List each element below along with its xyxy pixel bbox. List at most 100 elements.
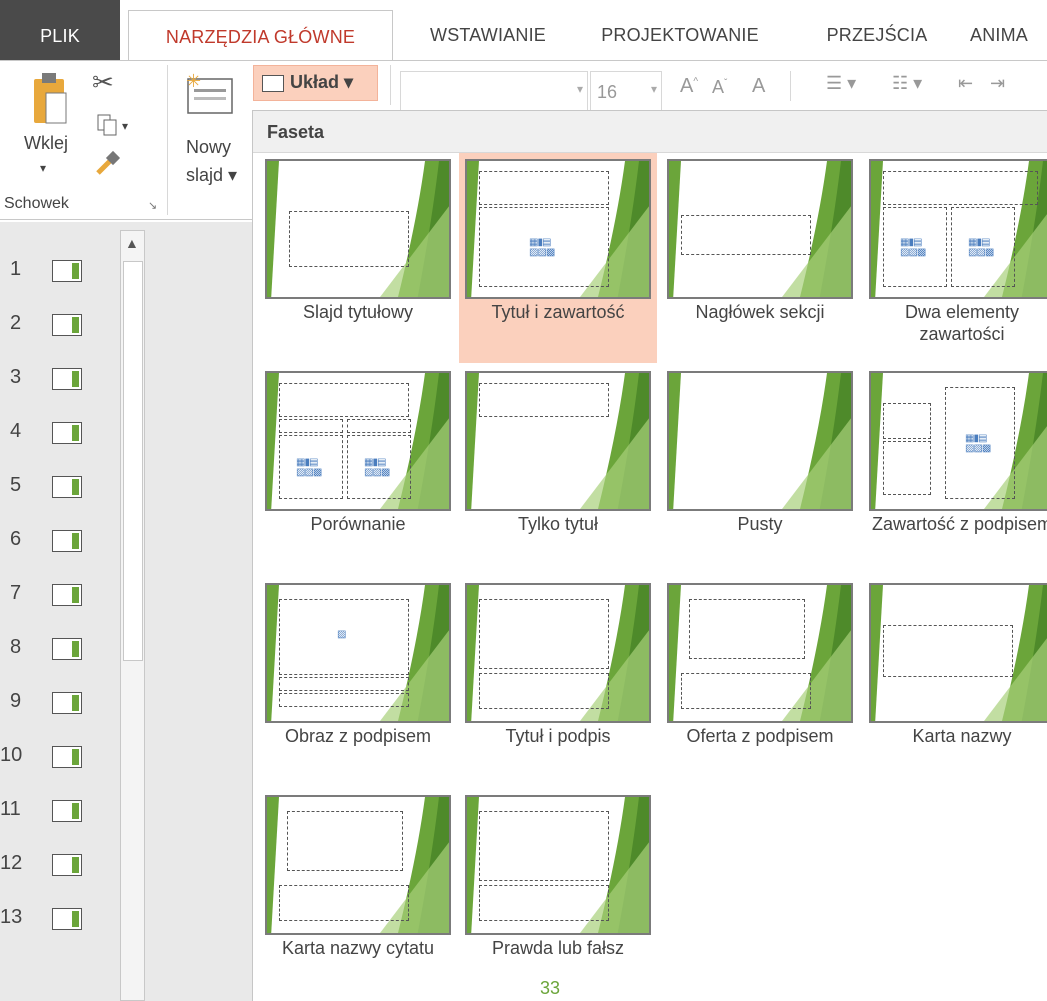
slide-number[interactable]: 5 [10, 474, 21, 497]
numbering-icon[interactable]: ☷ ▾ [892, 73, 922, 94]
tab-projektowanie[interactable]: PROJEKTOWANIE [590, 10, 770, 60]
layout-option[interactable]: ▨ Obraz z podpisem [259, 577, 457, 787]
layout-label: Oferta z podpisem [686, 726, 834, 746]
paste-dropdown-icon[interactable]: ▾ [40, 161, 46, 175]
tab-narzedzia-glowne[interactable]: NARZĘDZIA GŁÓWNE [128, 10, 393, 63]
layout-label: Tylko tytuł [517, 514, 599, 534]
slide-number[interactable]: 8 [10, 636, 21, 659]
slide-thumbnail[interactable] [52, 746, 82, 768]
layout-option[interactable]: Tytuł i podpis [459, 577, 657, 787]
clipboard-dialog-launcher-icon[interactable]: ↘ [148, 199, 157, 212]
font-name-box[interactable]: ▾ [400, 71, 588, 111]
layout-label: Nagłówek sekcji [695, 302, 825, 322]
slide-number[interactable]: 11 [0, 798, 21, 821]
slide-number[interactable]: 4 [10, 420, 21, 443]
font-name-dropdown-icon[interactable]: ▾ [577, 82, 583, 96]
increase-indent-icon[interactable]: ⇥ [990, 73, 1005, 94]
slide-number[interactable]: 9 [10, 690, 21, 713]
decrease-indent-icon[interactable]: ⇤ [958, 73, 973, 94]
placeholder-box [681, 673, 811, 709]
content-icons: ▦▮▤ ▨▧▩ [900, 237, 926, 258]
layout-gallery: Faseta Slajd tytułowy ▦▮▤ ▨▧▩ Tytuł i zawa… [252, 110, 1047, 1001]
slide-number[interactable]: 7 [10, 582, 21, 605]
slide-number[interactable]: 13 [0, 906, 22, 929]
layout-label: Karta nazwy [912, 726, 1012, 746]
layout-option[interactable]: Oferta z podpisem [661, 577, 859, 787]
layout-button[interactable]: Układ ▾ [253, 65, 378, 101]
new-slide-label-2[interactable]: slajd ▾ [186, 165, 237, 186]
layout-option[interactable]: ▦▮▤ ▨▧▩ ▦▮▤ ▨▧▩ Dwa elementy zawartości [863, 153, 1047, 363]
slide-thumbnail[interactable] [52, 368, 82, 390]
placeholder-box [479, 811, 609, 881]
grow-font-icon[interactable]: A^ [680, 75, 698, 98]
placeholder-box [279, 693, 409, 707]
font-size-dropdown-icon[interactable]: ▾ [651, 82, 657, 96]
slide-number[interactable]: 3 [10, 366, 21, 389]
slide-number[interactable]: 12 [0, 852, 22, 875]
layout-thumbnail [869, 583, 1047, 723]
placeholder-box [681, 215, 811, 255]
group-divider [390, 65, 391, 105]
layout-option[interactable]: Nagłówek sekcji [661, 153, 859, 363]
scroll-up-icon[interactable]: ▲ [125, 235, 139, 251]
copy-icon[interactable] [96, 113, 118, 136]
slide-thumbnail[interactable] [52, 314, 82, 336]
placeholder-box [287, 811, 403, 871]
placeholder-box: ▦▮▤ ▨▧▩ [347, 435, 411, 499]
slide-number[interactable]: 1 [10, 258, 21, 281]
layout-label: Slajd tytułowy [302, 302, 414, 322]
new-slide-label[interactable]: Nowy [186, 137, 231, 158]
svg-text:✳: ✳ [186, 71, 201, 91]
group-divider [790, 71, 791, 101]
placeholder-box: ▦▮▤ ▨▧▩ [479, 207, 609, 287]
slide-thumbnail[interactable] [52, 854, 82, 876]
layout-option[interactable]: Karta nazwy cytatu [259, 789, 457, 999]
paste-button[interactable] [32, 71, 68, 127]
slide-thumbnail[interactable] [52, 260, 82, 282]
content-icons: ▦▮▤ ▨▧▩ [968, 237, 994, 258]
slide-number[interactable]: 2 [10, 312, 21, 335]
layout-option[interactable]: Slajd tytułowy [259, 153, 457, 363]
slide-thumbnail[interactable] [52, 584, 82, 606]
paste-label[interactable]: Wklej [24, 133, 68, 154]
bullets-icon[interactable]: ☰ ▾ [826, 73, 856, 94]
tab-plik[interactable]: PLIK [0, 0, 120, 62]
picture-icon: ▨ [337, 629, 347, 640]
placeholder-box: ▨ [279, 599, 409, 675]
slide-number[interactable]: 6 [10, 528, 21, 551]
cut-icon[interactable]: ✂ [92, 67, 114, 98]
tab-anima[interactable]: ANIMA [970, 10, 1047, 60]
tab-wstawianie[interactable]: WSTAWIANIE [418, 10, 558, 60]
tab-przejscia[interactable]: PRZEJŚCIA [812, 10, 942, 60]
slide-thumbnail[interactable] [52, 638, 82, 660]
scrollbar-thumb[interactable] [123, 261, 143, 661]
layout-option[interactable]: Prawda lub fałsz [459, 789, 657, 999]
slide-thumbnail[interactable] [52, 908, 82, 930]
layout-thumbnail [667, 583, 853, 723]
font-size-value: 16 [597, 82, 618, 102]
placeholder-box: ▦▮▤ ▨▧▩ [945, 387, 1015, 499]
shrink-font-icon[interactable]: Aˇ [712, 77, 727, 98]
thumbnails-scrollbar[interactable]: ▲ [120, 230, 145, 1001]
slide-thumbnail[interactable] [52, 800, 82, 822]
layout-option[interactable]: Tylko tytuł [459, 365, 657, 575]
layout-option[interactable]: ▦▮▤ ▨▧▩ Zawartość z podpisem [863, 365, 1047, 575]
layout-option[interactable]: Pusty [661, 365, 859, 575]
slide-thumbnail[interactable] [52, 530, 82, 552]
layout-thumbnail [265, 795, 451, 935]
copy-dropdown-icon[interactable]: ▾ [122, 119, 128, 133]
font-size-box[interactable]: 16 ▾ [590, 71, 662, 111]
format-painter-icon[interactable] [94, 149, 122, 177]
clipboard-group-label: Schowek [4, 195, 69, 212]
placeholder-box [479, 171, 609, 205]
content-icons: ▦▮▤ ▨▧▩ [364, 457, 390, 478]
slide-thumbnail[interactable] [52, 476, 82, 498]
layout-option[interactable]: Karta nazwy [863, 577, 1047, 787]
layout-option[interactable]: ▦▮▤ ▨▧▩ ▦▮▤ ▨▧▩ Porównanie [259, 365, 457, 575]
slide-thumbnail[interactable] [52, 422, 82, 444]
new-slide-icon[interactable]: ✳ [182, 69, 238, 125]
clear-formatting-icon[interactable]: A [752, 75, 765, 98]
layout-option[interactable]: ▦▮▤ ▨▧▩ Tytuł i zawartość [459, 153, 657, 363]
slide-number[interactable]: 10 [0, 744, 22, 767]
slide-thumbnail[interactable] [52, 692, 82, 714]
